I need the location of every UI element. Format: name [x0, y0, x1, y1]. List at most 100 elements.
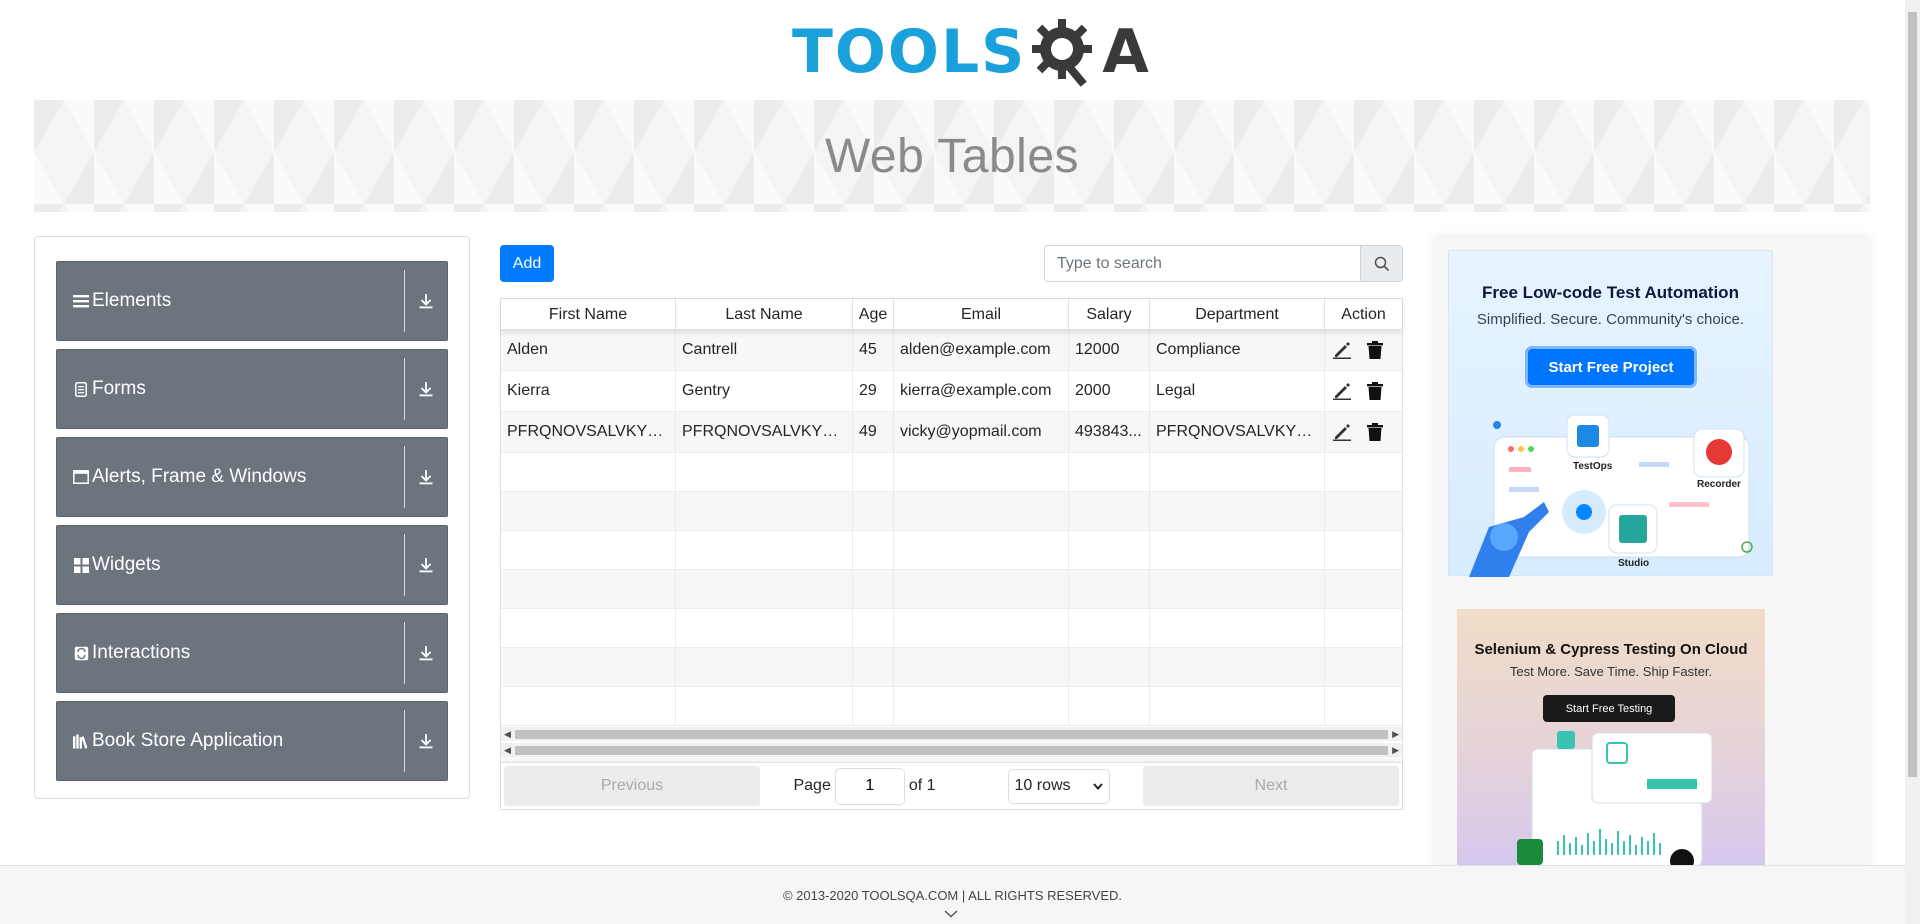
empty-cell: [501, 648, 676, 686]
add-button[interactable]: Add: [500, 245, 554, 282]
empty-cell: [1069, 648, 1150, 686]
empty-table-row: [501, 492, 1402, 531]
start-free-project-button[interactable]: Start Free Project: [1525, 346, 1697, 388]
column-header-last-name[interactable]: Last Name: [676, 299, 853, 329]
next-button[interactable]: Next: [1143, 766, 1399, 806]
edit-icon[interactable]: [1333, 341, 1351, 359]
download-icon[interactable]: [405, 557, 447, 573]
table-row: PFRQNOVSALVKYTZ... PFRQNOVSALVKYTZ... 49…: [501, 412, 1402, 453]
empty-cell: [894, 492, 1069, 530]
total-pages-label: of 1: [908, 777, 936, 794]
column-header-salary[interactable]: Salary: [1069, 299, 1150, 329]
empty-cell: [853, 687, 894, 725]
chevron-down-icon[interactable]: [944, 910, 958, 918]
sidebar-group-interactions[interactable]: Interactions: [56, 613, 448, 693]
ads-panel: Free Low-code Test Automation Simplified…: [1434, 236, 1870, 866]
sidebar-group-label: Book Store Application: [92, 730, 284, 751]
empty-cell: [894, 687, 1069, 725]
horizontal-scrollbar-2[interactable]: ◀ ▶: [501, 743, 1402, 757]
cell-age: 49: [853, 412, 894, 452]
download-icon[interactable]: [405, 381, 447, 397]
empty-cell: [1069, 609, 1150, 647]
empty-cell: [1150, 492, 1325, 530]
scroll-right-arrow[interactable]: ▶: [1392, 745, 1399, 755]
cell-first-name: PFRQNOVSALVKYTZ...: [501, 412, 676, 452]
ad-banner-katalon[interactable]: Free Low-code Test Automation Simplified…: [1448, 250, 1773, 577]
empty-cell: [676, 531, 853, 569]
sidebar-group-widgets[interactable]: Widgets: [56, 525, 448, 605]
vertical-scrollbar[interactable]: [1905, 0, 1920, 924]
empty-cell: [1069, 492, 1150, 530]
empty-cell: [501, 492, 676, 530]
page-number-input[interactable]: [834, 767, 905, 805]
column-header-first-name[interactable]: First Name: [501, 299, 676, 329]
cell-actions: [1325, 371, 1402, 411]
scroll-right-arrow[interactable]: ▶: [1392, 729, 1399, 739]
cell-salary: 493843...: [1069, 412, 1150, 452]
empty-cell: [1325, 570, 1402, 608]
empty-cell: [676, 687, 853, 725]
start-free-testing-button[interactable]: Start Free Testing: [1543, 695, 1675, 722]
download-icon[interactable]: [405, 645, 447, 661]
document-icon: [73, 381, 89, 397]
delete-icon[interactable]: [1367, 423, 1383, 441]
empty-table-row: [501, 570, 1402, 609]
download-icon[interactable]: [405, 469, 447, 485]
empty-cell: [501, 531, 676, 569]
cell-email: kierra@example.com: [894, 371, 1069, 411]
download-icon[interactable]: [405, 733, 447, 749]
sidebar-group-book-store[interactable]: Book Store Application: [56, 701, 448, 781]
page: TOOLS A Web Tables Elements Forms Alerts…: [0, 0, 1920, 924]
gear-magnifier-icon: [1032, 19, 1093, 87]
horizontal-scrollbar[interactable]: ◀ ▶: [501, 727, 1402, 741]
scrollbar-thumb[interactable]: [1908, 12, 1917, 777]
column-header-department[interactable]: Department: [1150, 299, 1325, 329]
sidebar-group-forms[interactable]: Forms: [56, 349, 448, 429]
download-icon[interactable]: [405, 293, 447, 309]
sidebar-group-label: Forms: [92, 378, 146, 399]
scrollbar-thumb[interactable]: [515, 746, 1388, 755]
logo-text-a: A: [1102, 17, 1149, 87]
chevron-down-icon: [1092, 782, 1103, 790]
widgets-icon: [73, 557, 89, 573]
sidebar-group-alerts[interactable]: Alerts, Frame & Windows: [56, 437, 448, 517]
edit-icon[interactable]: [1333, 382, 1351, 400]
scrollbar-thumb[interactable]: [515, 730, 1388, 739]
empty-cell: [894, 648, 1069, 686]
scroll-left-arrow[interactable]: ◀: [504, 745, 511, 755]
search-box: [1044, 245, 1403, 282]
page-banner: Web Tables: [34, 100, 1870, 212]
page-info: Page of 1 10 rows: [760, 767, 1143, 805]
ad-banner-lambdatest[interactable]: Selenium & Cypress Testing On Cloud Test…: [1457, 609, 1765, 866]
menu-icon: [73, 293, 89, 309]
search-input[interactable]: [1045, 246, 1360, 281]
edit-icon[interactable]: [1333, 423, 1351, 441]
delete-icon[interactable]: [1367, 382, 1383, 400]
sidebar-group-elements[interactable]: Elements: [56, 261, 448, 341]
logo-text: TOOLS: [792, 17, 1027, 87]
empty-cell: [501, 609, 676, 647]
table-header: First Name Last Name Age Email Salary De…: [501, 299, 1402, 330]
cell-email: vicky@yopmail.com: [894, 412, 1069, 452]
empty-cell: [501, 570, 676, 608]
empty-cell: [853, 609, 894, 647]
cell-salary: 12000: [1069, 330, 1150, 370]
scroll-left-arrow[interactable]: ◀: [504, 729, 511, 739]
column-header-age[interactable]: Age: [853, 299, 894, 329]
empty-cell: [1325, 492, 1402, 530]
empty-cell: [1150, 687, 1325, 725]
empty-rows: [501, 453, 1402, 726]
previous-button[interactable]: Previous: [504, 766, 760, 806]
rows-per-page-select[interactable]: 10 rows: [1007, 768, 1110, 804]
empty-cell: [1150, 570, 1325, 608]
empty-cell: [676, 570, 853, 608]
empty-cell: [1325, 609, 1402, 647]
empty-table-row: [501, 609, 1402, 648]
empty-table-row: [501, 531, 1402, 570]
empty-cell: [853, 570, 894, 608]
delete-icon[interactable]: [1367, 341, 1383, 359]
column-header-email[interactable]: Email: [894, 299, 1069, 329]
toolsqa-logo[interactable]: TOOLS A: [792, 14, 1149, 90]
sidebar: Elements Forms Alerts, Frame & Windows W…: [34, 236, 470, 799]
search-icon[interactable]: [1360, 246, 1402, 281]
